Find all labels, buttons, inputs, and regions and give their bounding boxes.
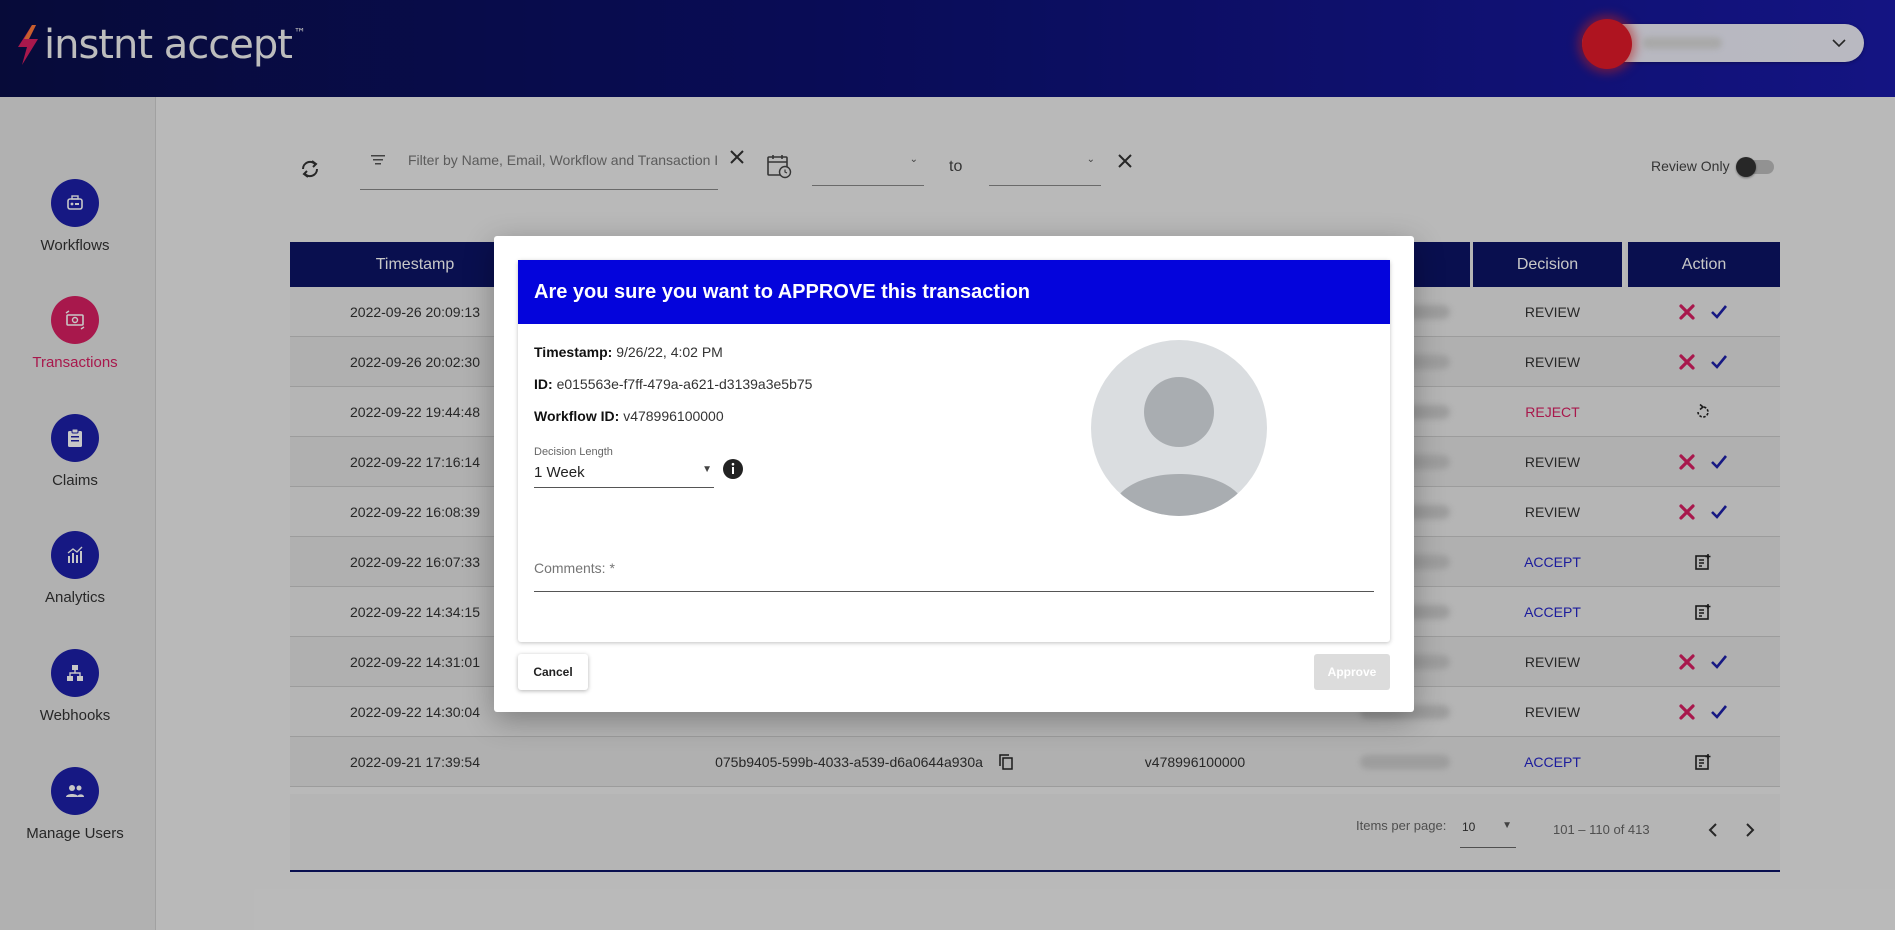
approve-dialog: Are you sure you want to APPROVE this tr… (494, 236, 1414, 712)
workflow-id-label: Workflow ID: (534, 408, 620, 424)
dialog-timestamp: Timestamp: 9/26/22, 4:02 PM (534, 344, 723, 360)
id-label: ID: (534, 376, 553, 392)
dialog-card: Are you sure you want to APPROVE this tr… (518, 260, 1390, 642)
timestamp-value: 9/26/22, 4:02 PM (616, 344, 723, 360)
comments-input[interactable] (534, 550, 1374, 586)
dialog-workflow-id: Workflow ID: v478996100000 (534, 408, 724, 424)
decision-length-value: 1 Week (534, 464, 585, 481)
decision-length-select[interactable]: 1 Week ▼ (534, 458, 714, 488)
dialog-title: Are you sure you want to APPROVE this tr… (518, 260, 1390, 324)
info-icon[interactable] (722, 458, 744, 480)
decision-length-label: Decision Length (534, 446, 613, 458)
person-icon (1091, 340, 1267, 516)
timestamp-label: Timestamp: (534, 344, 613, 360)
cancel-button[interactable]: Cancel (518, 654, 588, 690)
caret-down-icon: ▼ (702, 464, 712, 475)
user-placeholder-avatar (1091, 340, 1267, 516)
workflow-id-value: v478996100000 (623, 408, 724, 424)
approve-button[interactable]: Approve (1314, 654, 1390, 690)
dialog-id: ID: e015563e-f7ff-479a-a621-d3139a3e5b75 (534, 376, 812, 392)
comments-field (534, 550, 1374, 592)
id-value: e015563e-f7ff-479a-a621-d3139a3e5b75 (556, 376, 813, 392)
